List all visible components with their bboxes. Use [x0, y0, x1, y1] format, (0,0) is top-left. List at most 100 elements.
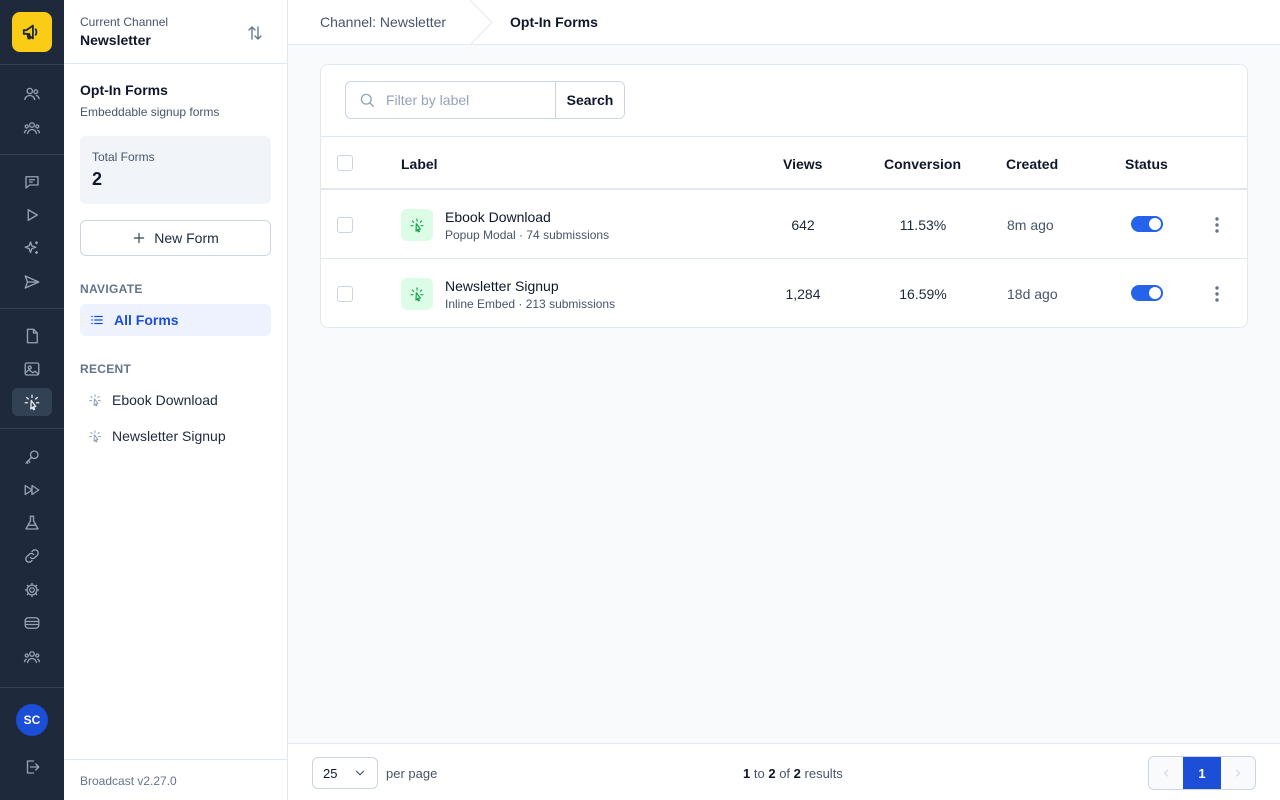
cursor-click-icon	[401, 278, 433, 310]
pagination-footer: 25 per page 1 to 2 of 2 results 1	[288, 743, 1280, 800]
chevron-right-icon	[1235, 769, 1241, 777]
results-summary: 1 to 2 of 2 results	[743, 766, 843, 781]
app-rail: SC	[0, 0, 64, 800]
document-icon[interactable]	[12, 322, 52, 350]
app-version: Broadcast v2.27.0	[64, 759, 287, 800]
team-icon[interactable]	[12, 643, 52, 671]
new-form-label: New Form	[154, 230, 219, 246]
play-icon[interactable]	[12, 201, 52, 229]
search-field[interactable]	[346, 82, 556, 118]
results-word: results	[804, 766, 843, 781]
column-views[interactable]: Views	[783, 156, 822, 172]
flask-icon[interactable]	[12, 509, 52, 537]
recent-item-newsletter-signup[interactable]: Newsletter Signup	[80, 420, 271, 452]
form-meta: Popup Modal · 74 submissions	[445, 228, 610, 242]
section-subtitle: Embeddable signup forms	[80, 105, 220, 119]
send-icon[interactable]	[12, 268, 52, 296]
form-name[interactable]: Ebook Download	[445, 209, 551, 225]
cursor-click-icon	[89, 430, 101, 443]
form-name[interactable]: Newsletter Signup	[445, 278, 559, 294]
row-checkbox[interactable]	[337, 217, 353, 233]
breadcrumb: Channel: Newsletter Opt-In Forms	[288, 0, 1280, 45]
image-icon[interactable]	[12, 355, 52, 383]
table-header: Label Views Conversion Created Status	[321, 136, 1247, 190]
gear-icon[interactable]	[12, 576, 52, 604]
sparkles-icon[interactable]	[12, 234, 52, 262]
page-button-current[interactable]: 1	[1183, 757, 1221, 789]
messages-icon[interactable]	[12, 168, 52, 196]
prev-page-button[interactable]	[1149, 757, 1184, 789]
results-total: 2	[793, 766, 801, 781]
form-views: 642	[791, 217, 815, 233]
results-from: 1	[743, 766, 751, 781]
form-views: 1,284	[785, 286, 821, 302]
list-icon	[91, 315, 103, 325]
avatar[interactable]: SC	[16, 704, 48, 736]
column-label[interactable]: Label	[401, 156, 438, 172]
cursor-click-icon[interactable]	[12, 388, 52, 416]
next-page-button[interactable]	[1220, 757, 1255, 789]
form-conversion: 11.53%	[899, 217, 947, 233]
form-meta: Inline Embed · 213 submissions	[445, 297, 616, 311]
navigate-heading: NAVIGATE	[80, 282, 143, 296]
search-button[interactable]: Search	[556, 82, 624, 118]
cursor-click-icon	[89, 394, 101, 407]
form-created: 8m ago	[1007, 217, 1054, 233]
results-of-word: of	[779, 766, 791, 781]
channel-switcher[interactable]: Current Channel Newsletter	[64, 0, 287, 64]
chevron-left-icon	[1163, 769, 1169, 777]
search-input[interactable]	[386, 92, 546, 108]
nav-item-label: All Forms	[114, 312, 179, 328]
status-toggle[interactable]	[1131, 216, 1163, 232]
stat-value: 2	[92, 169, 103, 189]
column-status[interactable]: Status	[1125, 156, 1168, 172]
per-page-value: 25	[323, 765, 338, 781]
results-to: 2	[768, 766, 776, 781]
groups-icon[interactable]	[12, 114, 52, 142]
row-checkbox[interactable]	[337, 286, 353, 302]
breadcrumb-channel[interactable]: Channel: Newsletter	[320, 14, 446, 30]
channel-name: Newsletter	[80, 32, 151, 48]
new-form-button[interactable]: New Form	[80, 220, 271, 256]
fast-forward-icon[interactable]	[12, 476, 52, 504]
plus-icon	[133, 232, 145, 244]
status-toggle[interactable]	[1131, 285, 1163, 301]
recent-heading: RECENT	[80, 362, 132, 376]
key-icon[interactable]	[12, 443, 52, 471]
stat-label: Total Forms	[92, 150, 155, 164]
results-to-word: to	[753, 766, 765, 781]
nav-item-all-forms[interactable]: All Forms	[80, 304, 271, 336]
recent-item-ebook-download[interactable]: Ebook Download	[80, 384, 271, 416]
database-icon[interactable]	[12, 609, 52, 637]
search-icon	[360, 93, 375, 108]
more-options-icon[interactable]	[1205, 283, 1229, 305]
swap-arrows-icon[interactable]	[244, 22, 266, 44]
per-page-select[interactable]: 25	[312, 757, 378, 789]
table-row[interactable]: Ebook Download Popup Modal · 74 submissi…	[321, 190, 1247, 259]
rail-divider	[0, 154, 64, 155]
breadcrumb-current: Opt-In Forms	[510, 14, 598, 30]
search-bar: Search	[345, 81, 625, 119]
rail-divider	[0, 64, 64, 65]
table-row[interactable]: Newsletter Signup Inline Embed · 213 sub…	[321, 259, 1247, 327]
total-forms-stat: Total Forms 2	[80, 136, 271, 204]
column-conversion[interactable]: Conversion	[884, 156, 961, 172]
chevron-down-icon	[355, 770, 365, 776]
forms-table-card: Search Label Views Conversion Created St…	[320, 64, 1248, 328]
users-icon[interactable]	[12, 80, 52, 108]
link-icon[interactable]	[12, 542, 52, 570]
breadcrumb-separator-icon	[469, 0, 493, 45]
secondary-sidebar: Current Channel Newsletter Opt-In Forms …	[64, 0, 288, 800]
form-created: 18d ago	[1007, 286, 1058, 302]
channel-label: Current Channel	[80, 15, 169, 29]
select-all-checkbox[interactable]	[337, 155, 353, 171]
megaphone-logo-icon[interactable]	[12, 12, 52, 52]
per-page-label: per page	[386, 766, 438, 781]
rail-divider	[0, 428, 64, 429]
logout-icon[interactable]	[12, 753, 52, 781]
recent-item-label: Ebook Download	[112, 392, 218, 408]
more-options-icon[interactable]	[1205, 214, 1229, 236]
recent-item-label: Newsletter Signup	[112, 428, 226, 444]
column-created[interactable]: Created	[1006, 156, 1058, 172]
cursor-click-icon	[401, 209, 433, 241]
